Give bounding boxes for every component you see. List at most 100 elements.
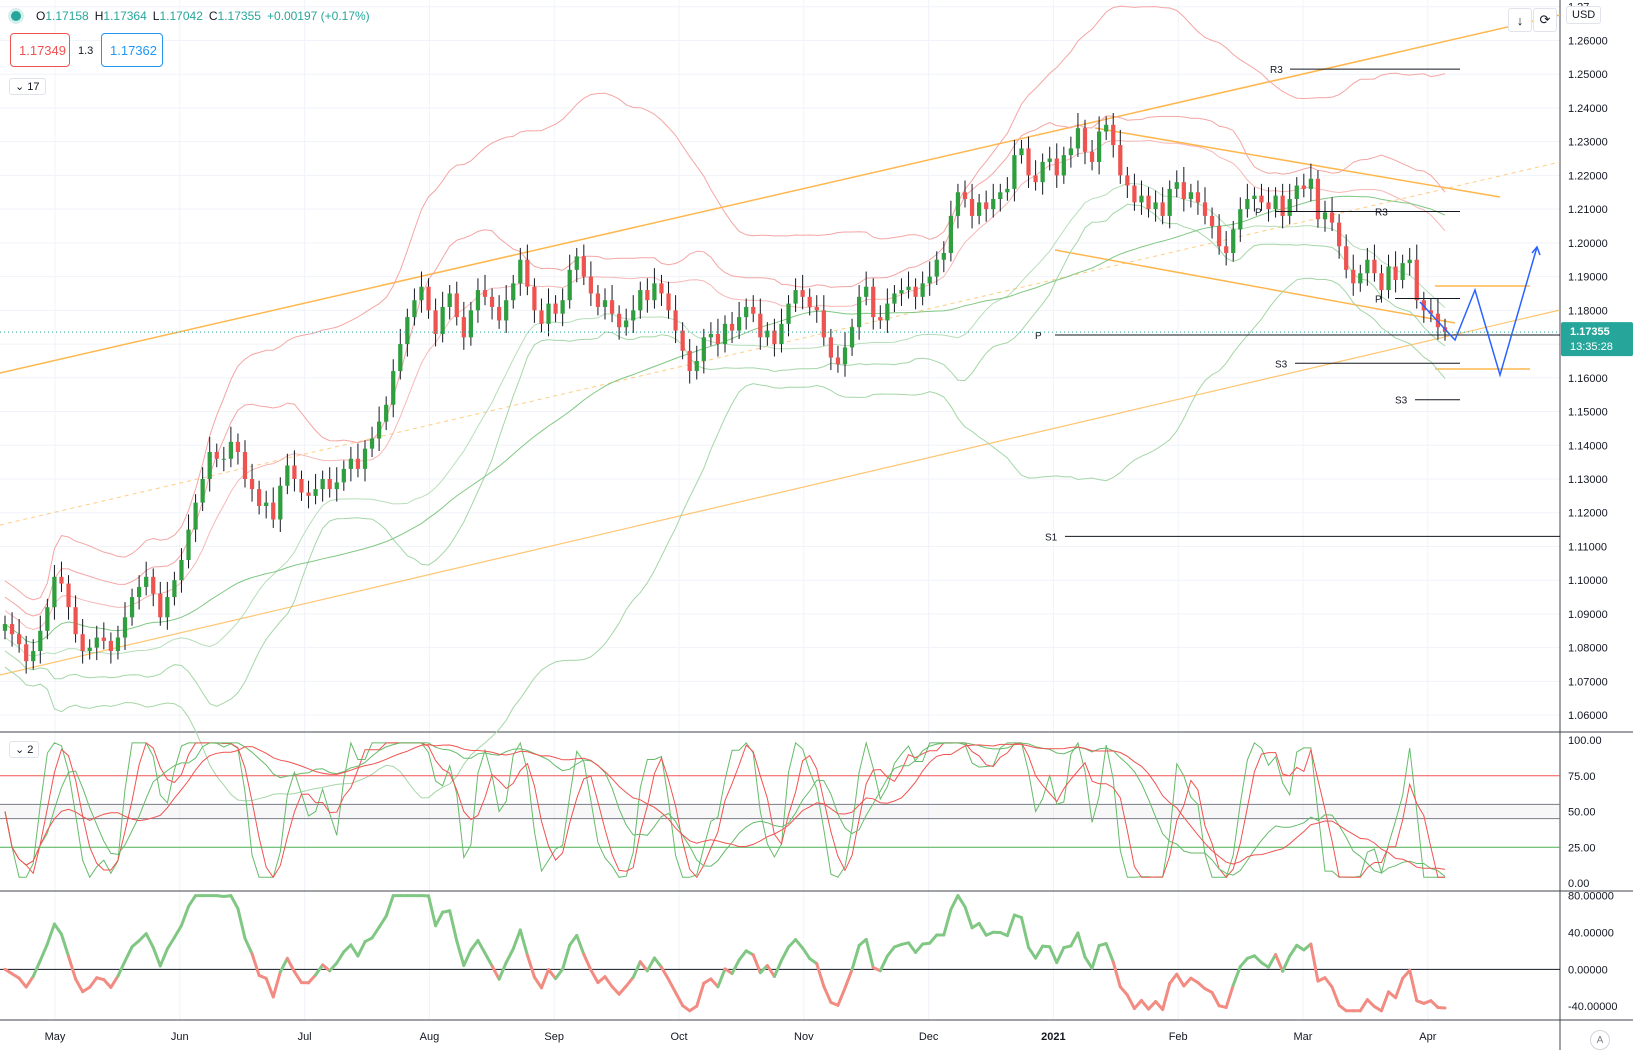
candle-body [306,492,311,496]
price-tick-label: 1.15000 [1568,407,1608,419]
osc-segment [1104,942,1115,964]
osc-segment [1309,942,1320,983]
osc-segment [45,922,56,946]
candle-body [80,634,85,652]
price-tick-label: 1.20000 [1568,238,1608,250]
candle-body [539,310,544,324]
candle-body [1068,148,1073,156]
candle-body [1111,124,1116,146]
candle-body [454,293,459,318]
osc-segment [624,975,635,988]
candle-body [1033,175,1038,183]
candle-body [849,327,855,348]
candle-body [122,617,128,638]
auto-scale-button[interactable]: A [1590,1030,1610,1050]
sell-button[interactable]: 1.17349 [10,33,70,67]
candle-body [800,290,805,297]
candle-body [1273,195,1278,210]
pivot-label: S3 [1275,359,1288,370]
osc-segment [956,894,967,909]
osc-segment [1168,972,1179,985]
candle-body [560,300,565,314]
candle-body [1118,145,1123,176]
candle-body [955,192,961,216]
osc-segment [1019,916,1031,949]
candle-body [299,479,304,493]
stoch-toggle[interactable]: ⌄ 2 [9,741,40,758]
indicators-toggle[interactable]: ⌄ 17 [9,78,46,95]
time-tick-label: Dec [919,1031,939,1043]
candle-body [461,317,466,338]
candle-body [1153,202,1158,210]
candle-body [1097,131,1102,162]
chart-canvas[interactable]: 1.06000 1.07000 1.08000 1.09000 1.10000 1.110… [0,0,1633,1050]
osc-segment [1161,981,1172,1012]
scroll-down-button[interactable]: ↓ [1508,8,1532,32]
candle-body [362,448,368,469]
osc-segment [511,928,522,951]
osc-segment [942,908,953,937]
candle-body [137,586,142,598]
candle-body [1344,246,1349,270]
osc-segment [38,942,49,962]
candle-body [405,317,410,345]
candle-body [1195,192,1201,203]
time-tick-label: Apr [1419,1031,1436,1043]
osc-segment [539,968,551,990]
osc-segment [264,976,275,999]
candle-body [257,489,262,506]
candle-body [144,576,149,587]
candle-body [673,310,678,331]
candle-body [807,296,812,307]
osc-segment [772,958,783,978]
osc-segment [977,921,988,937]
candle-body [984,202,989,210]
close-label: C [208,9,218,23]
candle-body [419,286,424,301]
candle-body [666,293,671,311]
time-tick-label: Jul [298,1031,312,1043]
candle-body [920,283,925,297]
refresh-button[interactable]: ⟳ [1533,8,1557,32]
candle-body [179,559,184,581]
candle-body [518,259,523,284]
candle-body [927,276,932,284]
osc-segment [1034,944,1045,960]
candle-body [17,634,22,645]
osc-segment [497,961,508,981]
osc-segment [384,894,395,918]
osc-segment [448,909,459,943]
candle-body [1132,185,1137,203]
candle-body [165,597,170,618]
candle-body [694,360,699,372]
price-tick-label: 1.13000 [1568,474,1608,486]
osc-segment [928,933,939,945]
osc-segment [243,936,254,956]
candle-body [440,306,445,334]
candle-body [249,479,255,490]
candle-body [1026,148,1031,176]
candle-body [1259,195,1264,203]
osc-segment [1090,944,1101,970]
candle-body [1294,185,1299,200]
osc-segment [716,967,727,989]
candle-body [1414,259,1419,301]
candle-body [1351,269,1356,284]
buy-button[interactable]: 1.17362 [101,33,163,67]
osc-segment [603,975,614,989]
candle-body [1040,161,1045,183]
osc-segment [1323,976,1334,989]
osc-segment [172,924,183,940]
candle-body [1174,182,1179,189]
osc-segment [815,962,826,988]
currency-label[interactable]: USD [1566,6,1602,24]
candle-body [1224,246,1229,253]
price-tick-label: 1.11000 [1568,541,1607,553]
osc-segment [469,938,480,952]
candle-body [38,630,43,652]
bollinger-upper-red [4,115,1446,617]
candle-body [193,502,198,530]
candle-body [228,441,233,459]
candle-body [1407,259,1412,264]
candle-body [892,293,897,304]
